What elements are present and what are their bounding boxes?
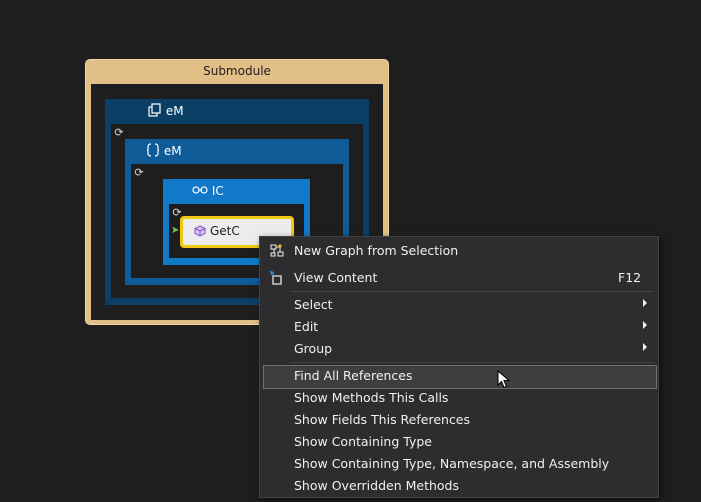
- menu-item-find-all-references[interactable]: Find All References: [263, 365, 657, 389]
- group-em-outer-title: eM: [165, 104, 184, 118]
- menu-separator: [290, 362, 654, 363]
- group-ic-interface-header: IC: [192, 183, 272, 201]
- menu-item-label: Show Containing Type: [294, 434, 432, 449]
- menu-item-view-content[interactable]: View Content F12: [263, 267, 655, 289]
- mouse-cursor-icon: [497, 370, 511, 389]
- menu-item-show-overridden-methods[interactable]: Show Overridden Methods: [263, 475, 655, 497]
- menu-item-label: Show Methods This Calls: [294, 390, 449, 405]
- new-graph-icon: [270, 243, 284, 257]
- menu-item-label: Select: [294, 297, 333, 312]
- menu-item-label: Show Overridden Methods: [294, 478, 460, 493]
- menu-item-new-graph-from-selection[interactable]: New Graph from Selection: [263, 240, 655, 262]
- group-ic-interface-title: IC: [211, 184, 224, 198]
- menu-item-show-fields-this-references[interactable]: Show Fields This References: [263, 409, 655, 431]
- menu-item-select[interactable]: Select: [263, 294, 655, 316]
- menu-item-label: Find All References: [294, 368, 413, 383]
- refresh-icon[interactable]: ⟳: [133, 167, 145, 179]
- menu-item-group[interactable]: Group: [263, 338, 655, 360]
- group-em-namespace-title: eM: [163, 144, 182, 158]
- menu-item-edit[interactable]: Edit: [263, 316, 655, 338]
- menu-item-label: Show Containing Type, Namespace, and Ass…: [294, 456, 610, 471]
- submenu-arrow-icon: [643, 343, 647, 351]
- view-content-icon: [269, 270, 282, 285]
- group-em-namespace-header: eM: [146, 143, 226, 161]
- menu-item-show-containing-type[interactable]: Show Containing Type: [263, 431, 655, 453]
- menu-item-label: Edit: [294, 319, 319, 334]
- menu-item-show-containing-type-namespace-assembly[interactable]: Show Containing Type, Namespace, and Ass…: [263, 453, 655, 475]
- interface-icon: [192, 186, 208, 194]
- method-node-label: GetC: [210, 224, 240, 238]
- shortcut-label: F12: [618, 270, 642, 285]
- copy-icon: [148, 103, 161, 117]
- menu-separator: [290, 291, 654, 292]
- submenu-arrow-icon: [643, 299, 647, 307]
- menu-item-show-methods-this-calls[interactable]: Show Methods This Calls: [263, 387, 655, 409]
- context-menu: New Graph from Selection View Content F1…: [259, 236, 659, 498]
- menu-item-label: New Graph from Selection: [294, 243, 459, 258]
- refresh-icon[interactable]: ⟳: [113, 127, 125, 139]
- group-em-outer-header: eM: [148, 103, 208, 121]
- submodule-title: Submodule: [203, 64, 271, 78]
- namespace-icon: [146, 143, 160, 157]
- menu-item-label: Group: [294, 341, 333, 356]
- menu-item-label: Show Fields This References: [294, 412, 471, 427]
- menu-item-label: View Content: [294, 270, 378, 285]
- submenu-arrow-icon: [643, 321, 647, 329]
- method-cube-icon: [194, 225, 206, 237]
- incoming-link-arrow-icon: ➤: [171, 225, 180, 236]
